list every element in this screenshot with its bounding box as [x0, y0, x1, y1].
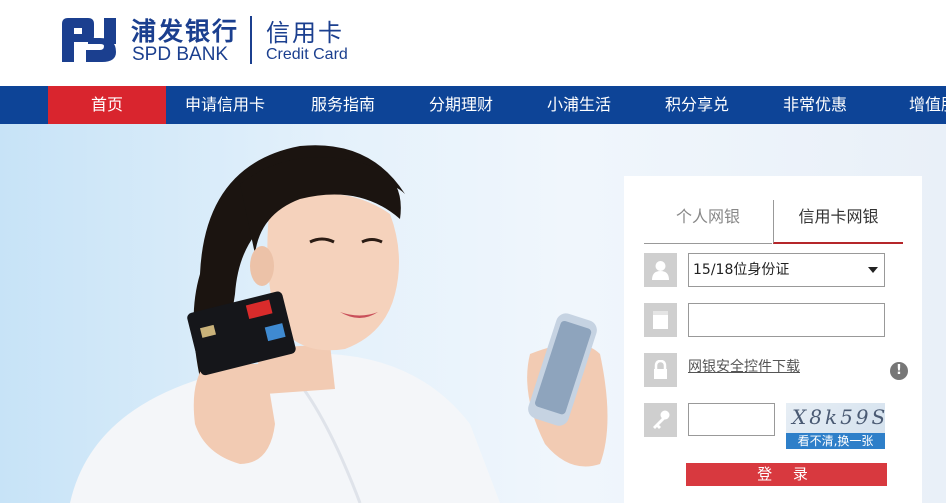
captcha-text: X8k59S — [792, 405, 885, 429]
nav-item-service-guide[interactable]: 服务指南 — [284, 86, 402, 124]
nav-item-installment[interactable]: 分期理财 — [402, 86, 520, 124]
captcha-refresh-button[interactable]: 看不清,换一张 — [786, 433, 885, 449]
card-icon — [644, 303, 677, 337]
nav-item-home[interactable]: 首页 — [48, 86, 166, 124]
captcha-image[interactable]: X8k59S — [786, 403, 885, 433]
nav-item-value-added[interactable]: 增值服 — [874, 86, 946, 124]
chevron-down-icon — [868, 267, 878, 273]
login-panel: 个人网银 信用卡网银 15/18位身份证 网银安全控件下载 ! X8k59S 看… — [624, 176, 922, 503]
logo-divider — [250, 16, 252, 64]
tab-personal-banking[interactable]: 个人网银 — [644, 200, 772, 244]
id-type-selected: 15/18位身份证 — [693, 262, 790, 278]
nav-item-points[interactable]: 积分享兑 — [638, 86, 756, 124]
key-icon — [644, 403, 677, 437]
tab-credit-card-banking[interactable]: 信用卡网银 — [773, 200, 903, 244]
site-header: 浦发银行 SPD BANK 信用卡 Credit Card — [0, 0, 946, 86]
id-number-input[interactable] — [688, 303, 885, 337]
id-type-select[interactable]: 15/18位身份证 — [688, 253, 885, 287]
brand-name-en: SPD BANK — [132, 44, 229, 65]
spd-logo-icon[interactable] — [58, 14, 120, 66]
captcha-input[interactable] — [688, 403, 775, 436]
security-control-download-link[interactable]: 网银安全控件下载 — [688, 356, 800, 376]
nav-item-pufa-life[interactable]: 小浦生活 — [520, 86, 638, 124]
main-nav: 首页 申请信用卡 服务指南 分期理财 小浦生活 积分享兑 非常优惠 增值服 — [0, 86, 946, 124]
info-icon[interactable]: ! — [890, 362, 908, 380]
user-icon — [644, 253, 677, 287]
brand-name-cn: 浦发银行 — [131, 17, 240, 46]
lock-icon — [644, 353, 677, 387]
product-name-cn: 信用卡 — [266, 19, 344, 47]
login-button[interactable]: 登 录 — [686, 463, 887, 486]
product-name-en: Credit Card — [266, 46, 348, 63]
nav-item-apply-card[interactable]: 申请信用卡 — [166, 86, 284, 124]
nav-item-offers[interactable]: 非常优惠 — [756, 86, 874, 124]
